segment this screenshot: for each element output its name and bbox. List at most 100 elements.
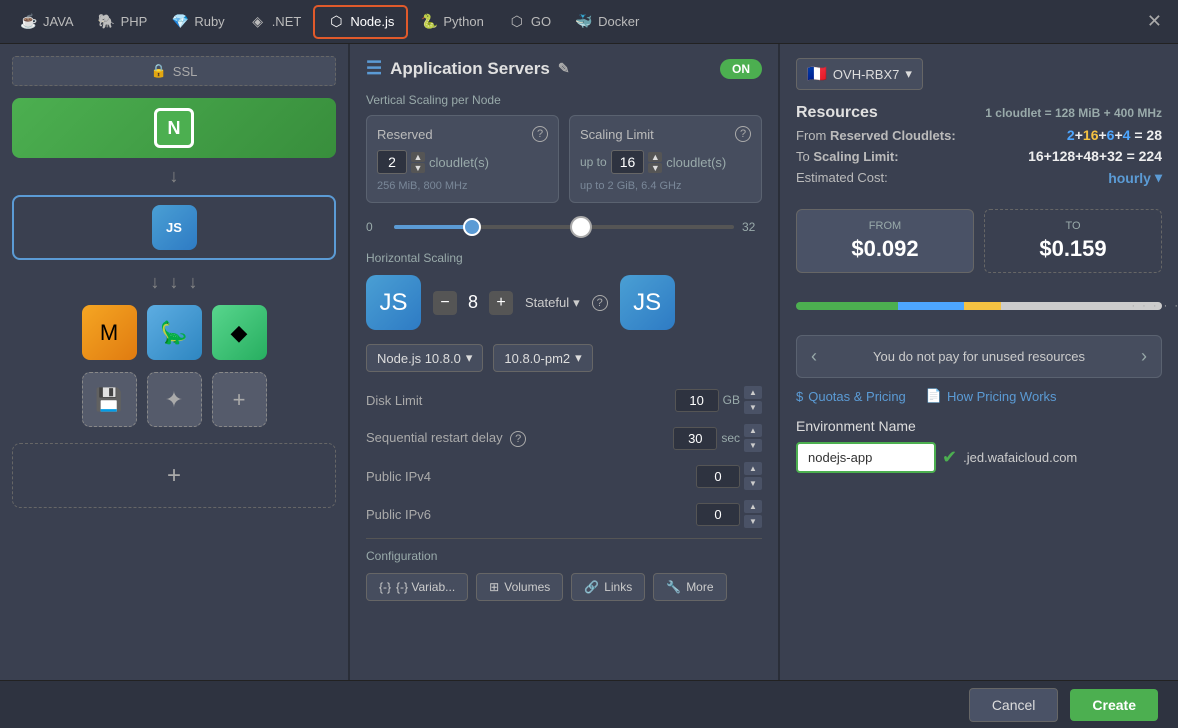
service-icons-row: M 🦕 ◆ [12, 305, 336, 360]
restart-arrows[interactable]: ▲ ▼ [744, 424, 762, 452]
stateful-select[interactable]: Stateful ▾ [525, 295, 580, 311]
docker-icon: 🐳 [575, 13, 593, 31]
scaling-help-icon[interactable]: ? [735, 126, 751, 142]
arrow-down-1: ↓ [12, 166, 336, 187]
ipv4-up[interactable]: ▲ [744, 462, 762, 475]
service-icon-leaf[interactable]: ◆ [212, 305, 267, 360]
java-icon: ☕ [20, 13, 38, 31]
progress-yellow [964, 302, 1001, 310]
restart-input[interactable] [673, 427, 717, 450]
tab-ruby[interactable]: 💎 Ruby [159, 7, 236, 37]
storage-icon-disk[interactable]: 💾 [82, 372, 137, 427]
storage-icon-star[interactable]: ✦ [147, 372, 202, 427]
ipv6-input[interactable] [696, 503, 740, 526]
restart-down[interactable]: ▼ [744, 439, 762, 452]
count-decrease[interactable]: − [433, 291, 457, 315]
python-icon: 🐍 [420, 13, 438, 31]
region-select[interactable]: 🇫🇷 OVH-RBX7 ▾ [796, 58, 923, 90]
disk-limit-row: Disk Limit GB ▲ ▼ [366, 386, 762, 414]
storage-icon-add[interactable]: + [212, 372, 267, 427]
ipv4-input-group: ▲ ▼ [696, 462, 762, 490]
left-panel: 🔒 SSL N ↓ JS ↓ ↓ ↓ M 🦕 ◆ [0, 44, 350, 680]
hourly-select[interactable]: hourly ▾ [1108, 169, 1162, 186]
disk-arrows[interactable]: ▲ ▼ [744, 386, 762, 414]
nodejs-server-box[interactable]: JS [12, 195, 336, 260]
tab-go[interactable]: ⬡ GO [496, 7, 563, 37]
ipv4-down[interactable]: ▼ [744, 477, 762, 490]
cancel-button[interactable]: Cancel [969, 688, 1059, 722]
nodejs-icon: ⬡ [327, 13, 345, 31]
ipv4-input[interactable] [696, 465, 740, 488]
vertical-scaling-label: Vertical Scaling per Node [366, 93, 762, 107]
reserved-down[interactable]: ▼ [411, 163, 425, 173]
how-pricing-link[interactable]: 📄 How Pricing Works [926, 388, 1057, 404]
ssl-bar[interactable]: 🔒 SSL [12, 56, 336, 86]
disk-up[interactable]: ▲ [744, 386, 762, 399]
reserved-up[interactable]: ▲ [411, 152, 425, 162]
tab-nodejs[interactable]: ⬡ Node.js [313, 5, 408, 39]
count-increase[interactable]: + [489, 291, 513, 315]
domain-suffix: .jed.wafaicloud.com [963, 450, 1077, 465]
bars-icon: ☰ [366, 58, 382, 79]
version-tag-select[interactable]: 10.8.0-pm2 ▾ [493, 344, 592, 372]
links-btn[interactable]: 🔗 Links [571, 573, 645, 601]
service-icon-dino[interactable]: 🦕 [147, 305, 202, 360]
tab-python[interactable]: 🐍 Python [408, 7, 495, 37]
reserved-help-icon[interactable]: ? [532, 126, 548, 142]
nodejs-version-select[interactable]: Node.js 10.8.0 ▾ [366, 344, 483, 372]
variables-icon: {-} [379, 580, 391, 594]
scaling-section: Reserved ? 2 ▲ ▼ cloudlet(s) 256 MiB, 80… [366, 115, 762, 203]
progress-blue [898, 302, 964, 310]
service-icon-m[interactable]: M [82, 305, 137, 360]
close-button[interactable]: ✕ [1139, 7, 1170, 36]
scaling-limit-arrows[interactable]: ▲ ▼ [648, 152, 662, 173]
tab-java[interactable]: ☕ JAVA [8, 7, 86, 37]
tab-php[interactable]: 🐘 PHP [86, 7, 160, 37]
quotas-pricing-link[interactable]: $ Quotas & Pricing [796, 389, 906, 404]
nodejs-badge: JS [152, 205, 197, 250]
restart-up[interactable]: ▲ [744, 424, 762, 437]
price-from-box: FROM $0.092 [796, 209, 974, 273]
scaling-limit-res-row: To Scaling Limit: 16+128+48+32 = 224 [796, 148, 1162, 164]
reserved-cloudlets-row: From Reserved Cloudlets: 2+16+6+4 = 28 [796, 127, 1162, 143]
ipv6-down[interactable]: ▼ [744, 515, 762, 528]
version-row: Node.js 10.8.0 ▾ 10.8.0-pm2 ▾ [366, 344, 762, 372]
tab-net[interactable]: ◈ .NET [237, 7, 314, 37]
stateful-help-icon[interactable]: ? [592, 295, 608, 311]
tab-docker[interactable]: 🐳 Docker [563, 7, 651, 37]
volumes-btn[interactable]: ⊞ Volumes [476, 573, 563, 601]
nginx-server-box: N [12, 98, 336, 158]
slider-thumb-limit[interactable] [570, 216, 592, 238]
more-btn[interactable]: 🔧 More [653, 573, 726, 601]
create-button[interactable]: Create [1070, 689, 1158, 721]
scaling-mem-label: up to 2 GiB, 6.4 GHz [580, 180, 751, 192]
ipv6-arrows[interactable]: ▲ ▼ [744, 500, 762, 528]
scaling-down[interactable]: ▼ [648, 163, 662, 173]
ipv4-arrows[interactable]: ▲ ▼ [744, 462, 762, 490]
ipv6-up[interactable]: ▲ [744, 500, 762, 513]
slider-thumb-reserved[interactable] [463, 218, 481, 236]
scaling-limit-res-val: 16+128+48+32 = 224 [1028, 148, 1162, 164]
horizontal-controls: JS − 8 + Stateful ▾ ? JS [366, 275, 762, 330]
horizontal-label: Horizontal Scaling [366, 251, 762, 265]
unused-chevron-right[interactable]: › [1141, 346, 1147, 367]
middle-panel: ☰ Application Servers ✎ ON Vertical Scal… [350, 44, 778, 680]
scaling-slider[interactable] [394, 217, 734, 237]
disk-input[interactable] [675, 389, 719, 412]
nodejs-badge-h2: JS [620, 275, 675, 330]
reserved-cloudlets-val: 2+16+6+4 = 28 [1067, 127, 1162, 143]
add-server-box[interactable]: + [12, 443, 336, 508]
env-name-input[interactable] [796, 442, 936, 473]
storage-icons-row: 💾 ✦ + [12, 372, 336, 427]
scaling-up[interactable]: ▲ [648, 152, 662, 162]
main-layout: 🔒 SSL N ↓ JS ↓ ↓ ↓ M 🦕 ◆ [0, 44, 1178, 680]
links-icon: 🔗 [584, 580, 599, 594]
restart-help-icon[interactable]: ? [510, 431, 526, 447]
toggle-on[interactable]: ON [720, 59, 762, 79]
horizontal-section: Horizontal Scaling JS − 8 + Stateful ▾ ?… [366, 251, 762, 330]
language-tabs: ☕ JAVA 🐘 PHP 💎 Ruby ◈ .NET ⬡ Node.js 🐍 P… [0, 0, 1178, 44]
reserved-arrows[interactable]: ▲ ▼ [411, 152, 425, 173]
disk-down[interactable]: ▼ [744, 401, 762, 414]
variables-btn[interactable]: {-} {-} Variab... [366, 573, 468, 601]
edit-icon[interactable]: ✎ [558, 60, 570, 77]
